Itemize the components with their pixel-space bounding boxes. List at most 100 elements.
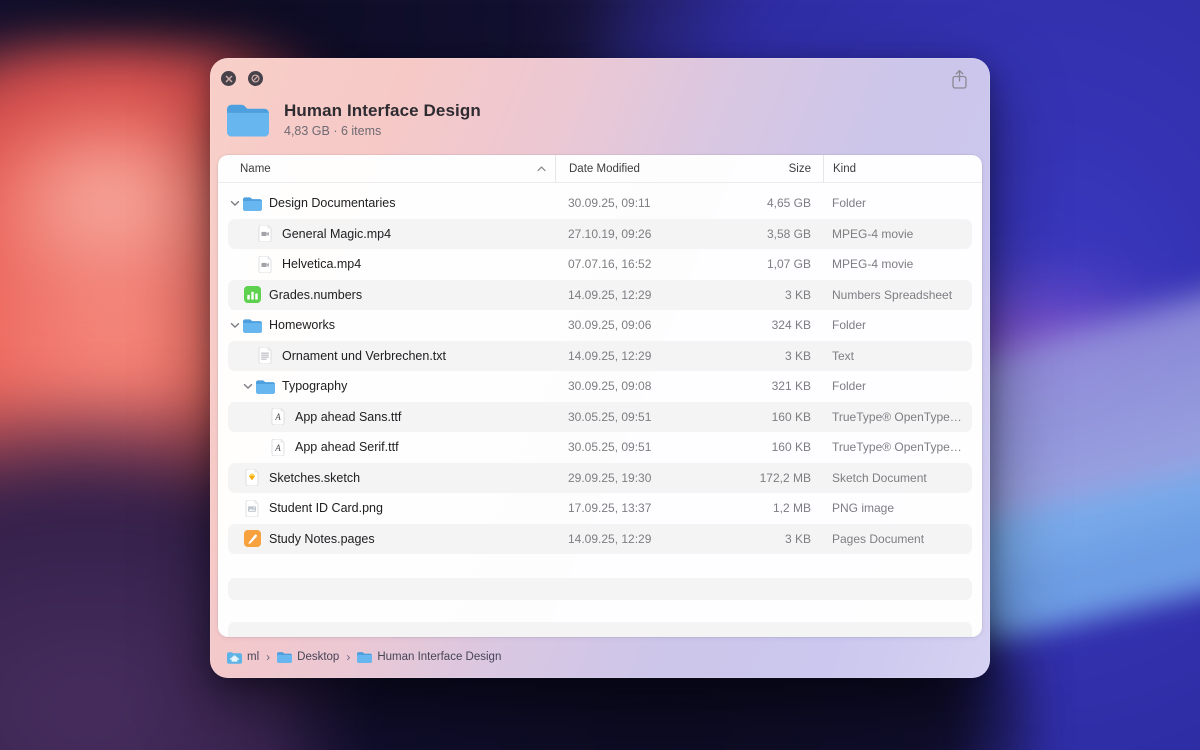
- table-row[interactable]: Grades.numbers14.09.25, 12:293 KBNumbers…: [228, 280, 972, 311]
- close-button[interactable]: [221, 71, 236, 86]
- date-modified-cell: 14.09.25, 12:29: [555, 288, 723, 302]
- numbers-file-icon: [242, 286, 262, 303]
- file-name-cell: Helvetica.mp4: [228, 256, 555, 273]
- size-cell: 160 KB: [723, 410, 823, 424]
- date-modified-cell: 14.09.25, 12:29: [555, 349, 723, 363]
- file-name-cell: Grades.numbers: [228, 286, 555, 303]
- png-file-icon: [242, 500, 262, 517]
- folder-icon: [227, 100, 269, 138]
- kind-cell: MPEG-4 movie: [823, 257, 970, 271]
- breadcrumb-separator: ›: [265, 650, 271, 664]
- home-icon: [227, 651, 242, 664]
- table-row[interactable]: Ornament und Verbrechen.txt 14.09.25, 12:…: [228, 341, 972, 372]
- close-icon: [225, 75, 233, 83]
- size-cell: 160 KB: [723, 440, 823, 454]
- folder-icon: [242, 318, 262, 333]
- date-modified-cell: 27.10.19, 09:26: [555, 227, 723, 241]
- prohibit-icon: [251, 74, 260, 83]
- disclosure-chevron-icon[interactable]: [228, 322, 242, 329]
- sketch-file-icon: [242, 469, 262, 486]
- folder-small-icon: [277, 651, 292, 663]
- finder-preview-window: Human Interface Design 4,83 GB · 6 items…: [210, 58, 990, 678]
- size-cell: 3 KB: [723, 349, 823, 363]
- file-name: Sketches.sketch: [269, 471, 360, 485]
- window-controls: [221, 71, 263, 86]
- breadcrumb-label: Desktop: [297, 651, 339, 663]
- column-header-date-modified[interactable]: Date Modified: [555, 155, 723, 182]
- breadcrumb-label: ml: [247, 651, 259, 663]
- breadcrumb-item[interactable]: Desktop: [277, 651, 339, 663]
- prohibit-button[interactable]: [248, 71, 263, 86]
- svg-text:A: A: [274, 412, 281, 422]
- table-row[interactable]: Sketches.sketch29.09.25, 19:30172,2 MBSk…: [228, 463, 972, 494]
- share-icon: [951, 69, 968, 95]
- file-name-cell: General Magic.mp4: [228, 225, 555, 242]
- column-header-row: Name Date Modified Size Kind: [218, 155, 982, 183]
- file-rows: Design Documentaries30.09.25, 09:114,65 …: [218, 183, 982, 554]
- file-name-cell: Design Documentaries: [228, 196, 555, 211]
- breadcrumb-item[interactable]: Human Interface Design: [357, 651, 501, 663]
- kind-cell: PNG image: [823, 501, 970, 515]
- share-button[interactable]: [948, 70, 970, 94]
- movie-file-icon: [255, 225, 275, 242]
- table-row[interactable]: Design Documentaries30.09.25, 09:114,65 …: [228, 188, 972, 219]
- font-file-icon: A: [268, 439, 288, 456]
- sort-ascending-icon: [537, 166, 546, 172]
- table-row[interactable]: A App ahead Serif.ttf30.05.25, 09:51160 …: [228, 432, 972, 463]
- file-name-cell: A App ahead Serif.ttf: [228, 439, 555, 456]
- size-cell: 321 KB: [723, 379, 823, 393]
- table-row[interactable]: Homeworks30.09.25, 09:06324 KBFolder: [228, 310, 972, 341]
- size-cell: 3,58 GB: [723, 227, 823, 241]
- svg-text:A: A: [274, 443, 281, 453]
- file-name: Grades.numbers: [269, 288, 362, 302]
- desktop: Human Interface Design 4,83 GB · 6 items…: [0, 0, 1200, 750]
- file-name: Student ID Card.png: [269, 501, 383, 515]
- size-cell: 172,2 MB: [723, 471, 823, 485]
- file-name-cell: Study Notes.pages: [228, 530, 555, 547]
- breadcrumb-item[interactable]: ml: [227, 651, 259, 664]
- file-name: Design Documentaries: [269, 196, 395, 210]
- file-name: App ahead Serif.ttf: [295, 440, 399, 454]
- column-header-name[interactable]: Name: [218, 155, 555, 182]
- file-name: Ornament und Verbrechen.txt: [282, 349, 446, 363]
- date-modified-cell: 29.09.25, 19:30: [555, 471, 723, 485]
- column-header-kind[interactable]: Kind: [823, 155, 982, 182]
- kind-cell: TrueType® OpenType…: [823, 410, 970, 424]
- size-cell: 1,2 MB: [723, 501, 823, 515]
- file-name: App ahead Sans.ttf: [295, 410, 401, 424]
- file-name: Study Notes.pages: [269, 532, 375, 546]
- table-row[interactable]: A App ahead Sans.ttf 30.05.25, 09:51160 K…: [228, 402, 972, 433]
- disclosure-chevron-icon[interactable]: [241, 383, 255, 390]
- pages-file-icon: [242, 530, 262, 547]
- table-row[interactable]: Study Notes.pages14.09.25, 12:293 KBPage…: [228, 524, 972, 555]
- file-name-cell: Student ID Card.png: [228, 500, 555, 517]
- movie-file-icon: [255, 256, 275, 273]
- breadcrumb-separator: ›: [345, 650, 351, 664]
- date-modified-cell: 30.09.25, 09:08: [555, 379, 723, 393]
- size-cell: 324 KB: [723, 318, 823, 332]
- table-row[interactable]: General Magic.mp427.10.19, 09:263,58 GBM…: [228, 219, 972, 250]
- table-row[interactable]: Typography30.09.25, 09:08321 KBFolder: [228, 371, 972, 402]
- kind-cell: Folder: [823, 196, 970, 210]
- date-modified-cell: 30.09.25, 09:11: [555, 196, 723, 210]
- window-subtitle: 4,83 GB · 6 items: [284, 124, 481, 138]
- empty-row: [228, 622, 972, 637]
- file-name: Homeworks: [269, 318, 335, 332]
- date-modified-cell: 30.09.25, 09:06: [555, 318, 723, 332]
- disclosure-chevron-icon[interactable]: [228, 200, 242, 207]
- table-row[interactable]: Helvetica.mp407.07.16, 16:521,07 GBMPEG-…: [228, 249, 972, 280]
- size-cell: 3 KB: [723, 532, 823, 546]
- folder-small-icon: [357, 651, 372, 663]
- kind-cell: Text: [823, 349, 970, 363]
- font-file-icon: A: [268, 408, 288, 425]
- text-file-icon: [255, 347, 275, 364]
- kind-cell: Numbers Spreadsheet: [823, 288, 970, 302]
- date-modified-cell: 14.09.25, 12:29: [555, 532, 723, 546]
- kind-cell: MPEG-4 movie: [823, 227, 970, 241]
- size-cell: 1,07 GB: [723, 257, 823, 271]
- breadcrumb-label: Human Interface Design: [377, 651, 501, 663]
- file-name-cell: Typography: [228, 379, 555, 394]
- table-row[interactable]: Student ID Card.png17.09.25, 13:371,2 MB…: [228, 493, 972, 524]
- column-header-size[interactable]: Size: [723, 155, 823, 182]
- date-modified-cell: 30.05.25, 09:51: [555, 410, 723, 424]
